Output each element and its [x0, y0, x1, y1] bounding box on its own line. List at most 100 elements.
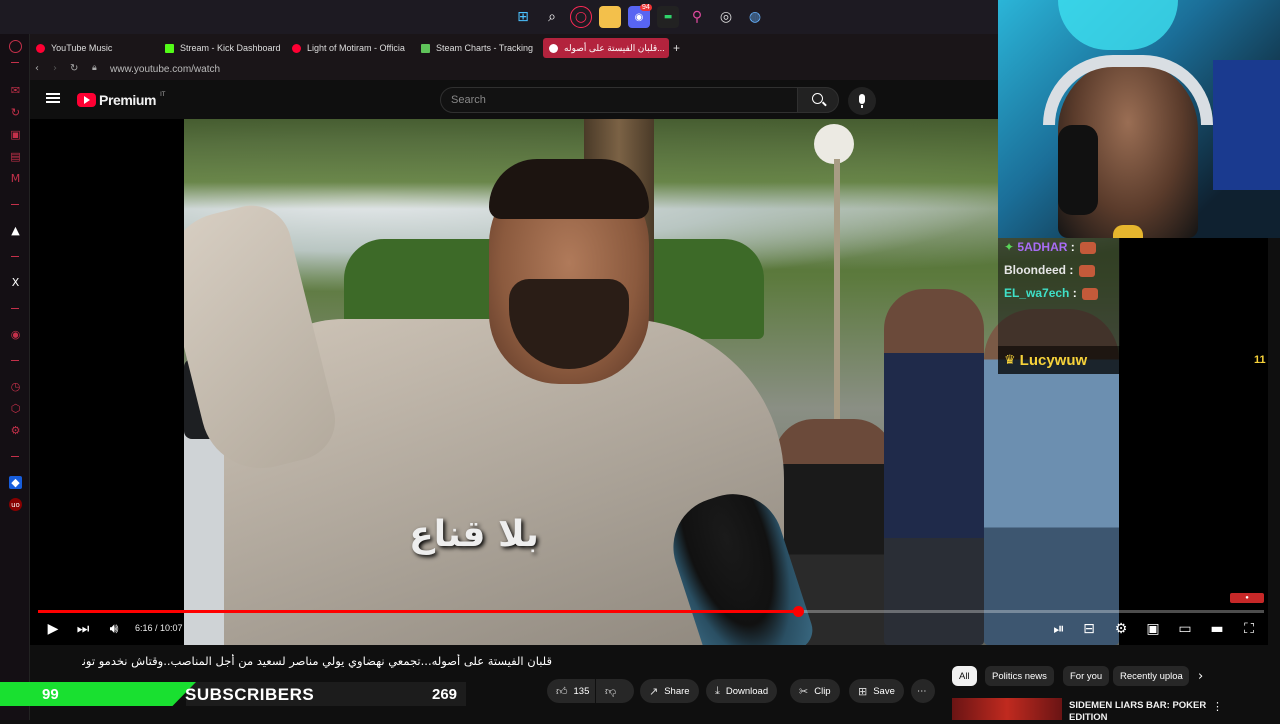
- clip-button[interactable]: ✂ Clip: [790, 679, 840, 703]
- chips-next-icon[interactable]: ›: [1198, 669, 1203, 684]
- tab-active-video[interactable]: قلبان الفيستة على أصوله...: [543, 38, 669, 58]
- chip-politics-news[interactable]: Politics news: [985, 666, 1054, 686]
- video-title: قلبان الفيستة على أصوله...تجمعي نهضاوي ي…: [82, 654, 552, 668]
- ublock-icon[interactable]: uo: [9, 498, 22, 511]
- subtitles-icon[interactable]: ⊟: [1080, 620, 1098, 638]
- follower-alert: ♛ Lucywuw: [998, 346, 1120, 374]
- download-icon: ⤓: [715, 684, 720, 697]
- country-code: IT: [160, 92, 166, 98]
- volume-icon[interactable]: 🔊︎: [105, 620, 123, 638]
- opera-logo-icon[interactable]: [9, 40, 22, 53]
- next-icon[interactable]: ⏭: [74, 620, 92, 638]
- x-twitter-icon[interactable]: X: [9, 276, 22, 289]
- dislike-button[interactable]: 👎︎: [596, 679, 634, 703]
- youtube-favicon-icon: [292, 43, 301, 53]
- chip-all[interactable]: All: [952, 666, 977, 686]
- recommended-more-icon[interactable]: ⋮: [1212, 700, 1223, 713]
- play-icon[interactable]: ▶: [44, 620, 62, 638]
- windows-start-icon[interactable]: ⊞: [512, 6, 534, 28]
- new-tab-button[interactable]: +: [673, 38, 687, 58]
- chat-username: EL_wa7ech: [1004, 286, 1070, 300]
- share-button[interactable]: ↗ Share: [640, 679, 699, 703]
- twitch-icon[interactable]: ▤: [9, 150, 22, 163]
- reload-icon[interactable]: ↻: [70, 63, 78, 74]
- streamer-webcam: [998, 0, 1280, 238]
- clock-icon[interactable]: ◷: [9, 380, 22, 393]
- play-icon[interactable]: ◉: [9, 328, 22, 341]
- save-label: Save: [873, 685, 895, 697]
- history-icon[interactable]: ↻: [9, 106, 22, 119]
- messenger-icon[interactable]: ✉: [9, 84, 22, 97]
- like-count: 135: [573, 685, 590, 697]
- sidebar-divider: [11, 204, 19, 205]
- tab-light-of-motiram[interactable]: Light of Motiram - Officia: [292, 38, 410, 58]
- video-caption-overlay: بلا قناع: [409, 514, 539, 555]
- tab-kick-dashboard[interactable]: Stream - Kick Dashboard: [165, 38, 283, 58]
- voice-search-button[interactable]: [848, 87, 876, 115]
- back-icon[interactable]: ‹: [35, 63, 39, 74]
- like-button[interactable]: 👍︎ 135: [547, 679, 595, 703]
- search-input[interactable]: Search: [440, 87, 798, 113]
- save-button[interactable]: ⊞ Save: [849, 679, 904, 703]
- bitwarden-icon[interactable]: ◆: [9, 476, 22, 489]
- discord-badge: 94: [640, 4, 652, 11]
- youtube-play-logo-icon: [77, 93, 96, 107]
- share-label: Share: [664, 685, 690, 697]
- sidebar-divider: [11, 256, 19, 257]
- chat-message: Bloondeed :: [1004, 263, 1095, 277]
- clip-label: Clip: [814, 685, 831, 697]
- bag-icon[interactable]: ▣: [9, 128, 22, 141]
- channel-watermark: ●: [1230, 593, 1264, 603]
- scissors-icon: ✂: [799, 684, 809, 698]
- time-display: 6:16 / 10:07: [135, 623, 183, 633]
- kick-icon[interactable]: ▲: [9, 224, 22, 237]
- cube-icon[interactable]: ⬡: [9, 402, 22, 415]
- opera-gx-icon[interactable]: ○: [570, 6, 592, 28]
- search-icon[interactable]: ⌕: [541, 6, 563, 28]
- thumbs-up-icon: 👍︎: [556, 684, 568, 698]
- sidebar-divider: [11, 308, 19, 309]
- search-button[interactable]: [797, 87, 839, 113]
- fullscreen-icon[interactable]: ⛶: [1240, 620, 1258, 638]
- sidebar-divider: [11, 456, 19, 457]
- miniplayer-icon[interactable]: ▣: [1144, 620, 1162, 638]
- subscriber-current: 99: [42, 686, 59, 703]
- file-explorer-icon[interactable]: [599, 6, 621, 28]
- tab-steam-charts[interactable]: Steam Charts - Tracking: [421, 38, 539, 58]
- settings-icon[interactable]: ⚙: [1112, 620, 1130, 638]
- url-field[interactable]: www.youtube.com/watch: [110, 64, 220, 75]
- chip-for-you[interactable]: For you: [1063, 666, 1110, 686]
- progress-bar[interactable]: [38, 606, 1264, 617]
- follower-count: 11: [1254, 354, 1266, 366]
- tab-label: Light of Motiram - Officia: [307, 43, 405, 53]
- recommended-video-title[interactable]: SIDEMEN LIARS BAR: POKER EDITION: [1069, 700, 1209, 724]
- theater-mode-icon[interactable]: ▭: [1176, 620, 1194, 638]
- download-button[interactable]: ⤓ Download: [706, 679, 778, 703]
- terminal-icon[interactable]: ▬: [657, 6, 679, 28]
- tab-youtube-music[interactable]: YouTube Music: [36, 38, 154, 58]
- recommended-video-thumbnail[interactable]: [952, 698, 1062, 720]
- autoplay-toggle-icon[interactable]: ⏯: [1050, 620, 1068, 638]
- youtube-music-favicon-icon: [36, 43, 45, 53]
- tab-label: YouTube Music: [51, 43, 113, 53]
- subscriber-label: SUBSCRIBERS: [185, 685, 315, 704]
- hamburger-menu-icon[interactable]: [46, 93, 60, 103]
- youtube-logo-text: Premium: [99, 92, 157, 108]
- youtube-logo[interactable]: Premium IT: [77, 92, 165, 108]
- cast-icon[interactable]: ▬: [1208, 620, 1226, 638]
- chrome-icon[interactable]: ◎: [715, 6, 737, 28]
- chip-recently-uploaded[interactable]: Recently uploa: [1113, 666, 1189, 686]
- browser-sidebar: ✉ ↻ ▣ ▤ M ▲ X ◉ ◷ ⬡ ⚙ ◆ uo: [0, 34, 30, 720]
- music-icon[interactable]: M: [9, 172, 22, 185]
- tab-label: Steam Charts - Tracking: [436, 43, 534, 53]
- subscriber-goal: 269: [432, 686, 458, 703]
- settings-icon[interactable]: ⚙: [9, 424, 22, 437]
- pin-icon[interactable]: ⚲: [686, 6, 708, 28]
- steam-icon[interactable]: ◍: [744, 6, 766, 28]
- sidebar-divider: [11, 360, 19, 361]
- chat-username: 5ADHAR: [1017, 240, 1068, 254]
- emote-icon: [1078, 264, 1095, 277]
- more-actions-button[interactable]: ⋯: [911, 679, 935, 703]
- sidebar-divider: [11, 62, 19, 63]
- forward-icon[interactable]: ›: [53, 63, 57, 74]
